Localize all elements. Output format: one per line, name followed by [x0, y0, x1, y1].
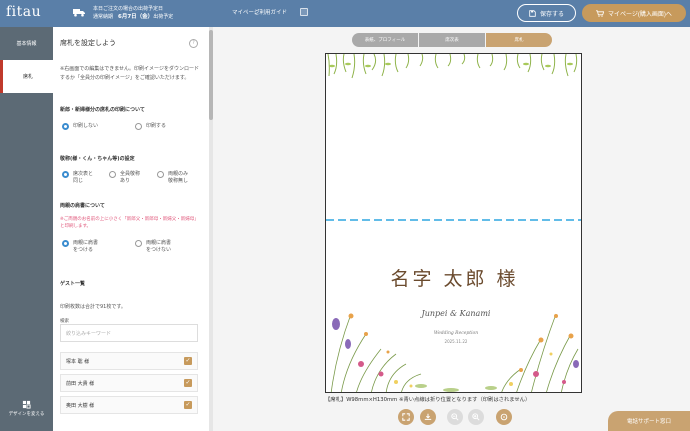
notice-line2: 通常納期 6月7日（金）出荷予定	[93, 13, 173, 21]
guest-row[interactable]: 奥田 大樹 様 ✓	[60, 396, 198, 414]
radio-parents-none[interactable]: 両親のみ 敬称無し	[157, 171, 188, 184]
download-button[interactable]	[420, 409, 436, 425]
parents-warning: ※ご両親のお名前の上に小さく「新郎父・新郎母・新婦父・新婦母」と印刷します。	[60, 217, 199, 229]
download-icon	[424, 413, 432, 420]
radio-parents-with-title[interactable]: 両親に肩書 をつける	[62, 240, 98, 253]
left-nav: 基本情報 席札 デザインを変える	[0, 27, 53, 431]
help-icon[interactable]: ?	[189, 39, 198, 48]
radio-print-label: 印刷する	[146, 123, 167, 129]
zoom-in-button[interactable]	[468, 409, 484, 425]
radio-dot	[62, 123, 69, 130]
label-line: 敬称無し	[168, 177, 189, 184]
label-line: 両親に肩書	[146, 240, 172, 246]
save-button[interactable]: 保存する	[517, 4, 576, 22]
guest-name: 前田 大貴 様	[66, 380, 95, 387]
nav-item-seat-card[interactable]: 席札	[0, 60, 53, 93]
truck-icon	[73, 9, 85, 17]
tab-seating-chart[interactable]: 席次表	[419, 33, 485, 47]
settings-panel: 席札を設定しよう ? ※右画面での編集はできません。印刷イメージをダウンロードす…	[53, 27, 210, 431]
cart-icon	[596, 9, 605, 17]
size-caption: 【席札】W98mm×H130mm ※青い点線は折り位置となります（印刷はされませ…	[325, 397, 531, 403]
radio-no-print[interactable]: 印刷しない	[62, 123, 98, 130]
mypage-button-label: マイページ(購入画面)へ	[608, 11, 672, 18]
fold-line	[326, 219, 581, 221]
notice-date: 6月7日（金）	[118, 14, 154, 20]
guest-name: 奥田 大樹 様	[66, 402, 95, 409]
label-line: あり	[120, 177, 131, 184]
radio-print[interactable]: 印刷する	[135, 123, 166, 130]
guide-link[interactable]: ご利用ガイド	[254, 8, 287, 16]
guest-checkbox[interactable]: ✓	[184, 401, 192, 409]
zoom-out-icon	[451, 413, 459, 421]
radio-dot	[135, 123, 142, 130]
seat-card-preview: 名字 太郎 様 Junpei & Kanami Wedding Receptio…	[325, 53, 582, 393]
radio-all-honorific[interactable]: 全員敬称 あり	[109, 171, 140, 184]
phone-support-button[interactable]: 電話サポート窓口	[608, 411, 690, 431]
expand-icon	[402, 413, 410, 421]
panel-scroll-thumb[interactable]	[209, 30, 213, 120]
label-line: 全員敬称	[120, 171, 141, 177]
radio-dot	[135, 240, 142, 247]
zoom-out-button[interactable]	[447, 409, 463, 425]
guest-checkbox[interactable]: ✓	[184, 357, 192, 365]
radio-dot	[157, 171, 164, 178]
shipping-notice: 本日ご注文の場合の出荷予定日 通常納期 6月7日（金）出荷予定	[93, 5, 173, 21]
couple-print-label: 新郎・新婦様分の席札の印刷について	[60, 107, 145, 113]
label-line: 席次表と	[73, 171, 94, 177]
radio-parents-with-label: 両親に肩書 をつける	[73, 240, 98, 253]
top-header: fitau 本日ご注文の場合の出荷予定日 通常納期 6月7日（金）出荷予定 マイ…	[0, 0, 690, 27]
label-line: 両親のみ	[168, 171, 189, 177]
radio-all-honorific-label: 全員敬称 あり	[120, 171, 140, 184]
design-change-button[interactable]: デザインを変える	[0, 400, 53, 417]
zoom-in-icon	[472, 413, 480, 421]
grass-decoration	[327, 54, 578, 79]
parents-title-label: 両親の肩書について	[60, 203, 105, 209]
radio-dot	[62, 240, 69, 247]
radio-same-as-seating[interactable]: 席次表と 同じ	[62, 171, 93, 184]
preview-tabs: 表紙、プロフィール 席次表 席札	[352, 33, 552, 47]
guest-row[interactable]: 塚本 聡 様 ✓	[60, 352, 198, 370]
notice-suffix: 出荷予定	[153, 14, 174, 20]
reset-icon	[500, 413, 508, 421]
label-line: をつけない	[146, 246, 172, 253]
guest-checkbox[interactable]: ✓	[184, 379, 192, 387]
tab-cover-profile[interactable]: 表紙、プロフィール	[352, 33, 418, 47]
guest-name: 塚本 聡 様	[66, 358, 90, 365]
label-line: をつける	[73, 246, 94, 253]
label-line: 両親に肩書	[73, 240, 99, 246]
palette-icon	[22, 400, 31, 409]
save-label: 保存する	[539, 11, 564, 18]
search-input[interactable]: 絞り込みキーワード	[60, 324, 198, 342]
notice-prefix: 通常納期	[93, 14, 114, 20]
floral-decoration	[330, 313, 579, 392]
edit-note: ※右画面での編集はできません。印刷イメージをダウンロードするか「全員分の印刷イメ…	[60, 66, 199, 81]
save-icon	[529, 9, 536, 17]
tab-seat-card[interactable]: 席札	[486, 33, 552, 47]
reset-zoom-button[interactable]	[496, 409, 512, 425]
fitau-logo[interactable]: fitau	[6, 4, 41, 20]
radio-no-print-label: 印刷しない	[73, 123, 99, 129]
honorific-label: 敬称(様・くん・ちゃん等)の設定	[60, 156, 135, 162]
seat-card-guest-name: 名字 太郎 様	[390, 268, 519, 290]
fullscreen-button[interactable]	[398, 409, 414, 425]
nav-item-basic-info[interactable]: 基本情報	[0, 27, 53, 60]
notice-line1: 本日ご注文の場合の出荷予定日	[93, 6, 164, 12]
radio-dot	[109, 171, 116, 178]
radio-parents-none-label: 両親のみ 敬称無し	[168, 171, 188, 184]
label-line: 同じ	[73, 177, 84, 184]
radio-parents-without-label: 両親に肩書 をつけない	[146, 240, 171, 253]
header-checkbox[interactable]	[300, 8, 308, 16]
print-count: 印刷枚数は合計で91枚です。	[60, 304, 126, 310]
guest-row[interactable]: 前田 大貴 様 ✓	[60, 374, 198, 392]
radio-dot	[62, 171, 69, 178]
radio-parents-without-title[interactable]: 両親に肩書 をつけない	[135, 240, 171, 253]
guest-list-label: ゲスト一覧	[60, 281, 86, 287]
design-change-label: デザインを変える	[8, 412, 45, 417]
panel-title: 席札を設定しよう	[60, 39, 116, 47]
mypage-purchase-button[interactable]: マイページ(購入画面)へ	[582, 4, 686, 22]
radio-same-as-seating-label: 席次表と 同じ	[73, 171, 93, 184]
